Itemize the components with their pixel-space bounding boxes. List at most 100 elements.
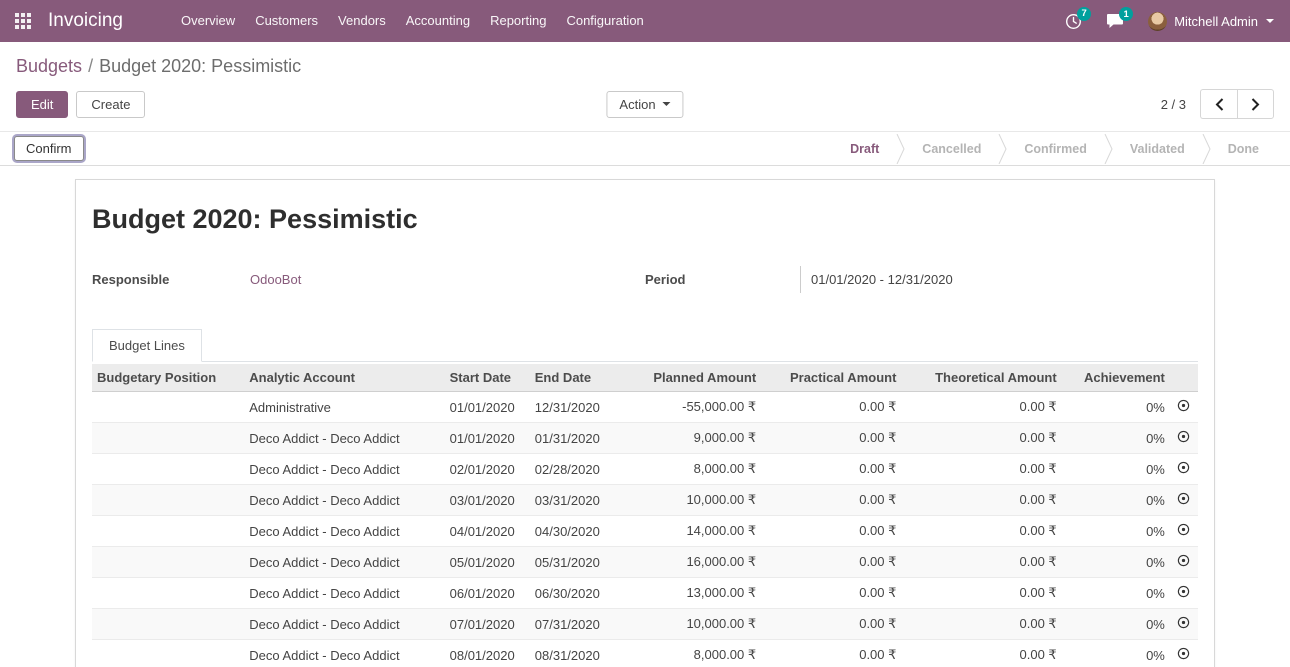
- stage-draft[interactable]: Draft: [833, 142, 896, 156]
- stage-done[interactable]: Done: [1211, 142, 1276, 156]
- budget-line-row[interactable]: Deco Addict - Deco Addict08/01/202008/31…: [92, 640, 1198, 667]
- menu-accounting[interactable]: Accounting: [396, 0, 480, 42]
- column-header-planned_amount[interactable]: Planned Amount: [615, 364, 761, 392]
- action-dropdown-button[interactable]: Action: [606, 91, 683, 118]
- column-header-analytic_account[interactable]: Analytic Account: [244, 364, 444, 392]
- activities-button[interactable]: 7: [1065, 13, 1082, 30]
- cell-end_date: 12/31/2020: [530, 392, 615, 423]
- budget-line-row[interactable]: Deco Addict - Deco Addict06/01/202006/30…: [92, 578, 1198, 609]
- cell-end_date: 01/31/2020: [530, 423, 615, 454]
- budget-line-row[interactable]: Deco Addict - Deco Addict01/01/202001/31…: [92, 423, 1198, 454]
- cell-practical_amount: 0.00 ₹: [761, 640, 901, 667]
- budget-entries-button[interactable]: [1170, 516, 1198, 547]
- bullseye-target-icon: [1177, 616, 1190, 629]
- budget-line-row[interactable]: Deco Addict - Deco Addict05/01/202005/31…: [92, 547, 1198, 578]
- table-header-row: Budgetary PositionAnalytic AccountStart …: [92, 364, 1198, 392]
- bullseye-target-icon: [1177, 523, 1190, 536]
- responsible-value-link[interactable]: OdooBot: [250, 268, 301, 287]
- cell-start_date: 04/01/2020: [445, 516, 530, 547]
- column-header-start_date[interactable]: Start Date: [445, 364, 530, 392]
- cell-theoretical_amount: 0.00 ₹: [901, 423, 1061, 454]
- user-menu[interactable]: Mitchell Admin: [1148, 12, 1274, 31]
- cell-theoretical_amount: 0.00 ₹: [901, 547, 1061, 578]
- budget-entries-button[interactable]: [1170, 640, 1198, 667]
- confirm-button[interactable]: Confirm: [14, 136, 84, 161]
- user-avatar: [1148, 12, 1167, 31]
- column-header-practical_amount[interactable]: Practical Amount: [761, 364, 901, 392]
- chevron-down-icon: [1266, 19, 1274, 23]
- cell-achievement: 0%: [1062, 547, 1170, 578]
- budget-entries-button[interactable]: [1170, 423, 1198, 454]
- systray: 7 1 Mitchell Admin: [1065, 12, 1274, 31]
- column-header-end_date[interactable]: End Date: [530, 364, 615, 392]
- cell-budgetary_position: [92, 423, 244, 454]
- bullseye-target-icon: [1177, 399, 1190, 412]
- column-header-theoretical_amount[interactable]: Theoretical Amount: [901, 364, 1061, 392]
- cell-start_date: 01/01/2020: [445, 392, 530, 423]
- stage-arrow-icon: [1202, 134, 1211, 164]
- breadcrumb-budgets-link[interactable]: Budgets: [16, 56, 82, 76]
- stage-cancelled[interactable]: Cancelled: [905, 142, 998, 156]
- cell-budgetary_position: [92, 392, 244, 423]
- budget-line-row[interactable]: Deco Addict - Deco Addict02/01/202002/28…: [92, 454, 1198, 485]
- breadcrumb-separator: /: [88, 56, 93, 76]
- breadcrumb: Budgets / Budget 2020: Pessimistic: [0, 42, 1290, 81]
- budget-line-row[interactable]: Deco Addict - Deco Addict04/01/202004/30…: [92, 516, 1198, 547]
- budget-line-row[interactable]: Deco Addict - Deco Addict07/01/202007/31…: [92, 609, 1198, 640]
- stage-validated[interactable]: Validated: [1113, 142, 1202, 156]
- budget-entries-button[interactable]: [1170, 547, 1198, 578]
- edit-button[interactable]: Edit: [16, 91, 68, 118]
- column-header-achievement[interactable]: Achievement: [1062, 364, 1170, 392]
- cell-planned_amount: 8,000.00 ₹: [615, 454, 761, 485]
- bullseye-target-icon: [1177, 430, 1190, 443]
- menu-customers[interactable]: Customers: [245, 0, 328, 42]
- stage-arrow-icon: [1104, 134, 1113, 164]
- budget-entries-button[interactable]: [1170, 609, 1198, 640]
- budget-entries-button[interactable]: [1170, 454, 1198, 485]
- cell-practical_amount: 0.00 ₹: [761, 578, 901, 609]
- menu-vendors[interactable]: Vendors: [328, 0, 396, 42]
- cell-planned_amount: -55,000.00 ₹: [615, 392, 761, 423]
- menu-reporting[interactable]: Reporting: [480, 0, 556, 42]
- period-label: Period: [645, 268, 800, 287]
- action-label: Action: [619, 97, 655, 112]
- cell-end_date: 03/31/2020: [530, 485, 615, 516]
- breadcrumb-current: Budget 2020: Pessimistic: [99, 56, 301, 76]
- cell-practical_amount: 0.00 ₹: [761, 547, 901, 578]
- cell-achievement: 0%: [1062, 609, 1170, 640]
- budget-entries-button[interactable]: [1170, 578, 1198, 609]
- column-header-budgetary_position[interactable]: Budgetary Position: [92, 364, 244, 392]
- cell-practical_amount: 0.00 ₹: [761, 454, 901, 485]
- cell-budgetary_position: [92, 640, 244, 667]
- cell-practical_amount: 0.00 ₹: [761, 485, 901, 516]
- cell-start_date: 01/01/2020: [445, 423, 530, 454]
- pager-next-button[interactable]: [1237, 89, 1274, 119]
- pager-previous-button[interactable]: [1200, 89, 1237, 119]
- cell-start_date: 08/01/2020: [445, 640, 530, 667]
- app-name[interactable]: Invoicing: [48, 10, 123, 32]
- stage-arrow-icon: [896, 134, 905, 164]
- create-button[interactable]: Create: [76, 91, 145, 118]
- apps-menu-button[interactable]: [10, 0, 36, 42]
- budget-entries-button[interactable]: [1170, 392, 1198, 423]
- tab-budget-lines[interactable]: Budget Lines: [92, 329, 202, 362]
- cell-analytic_account: Deco Addict - Deco Addict: [244, 578, 444, 609]
- menu-configuration[interactable]: Configuration: [556, 0, 653, 42]
- cell-budgetary_position: [92, 609, 244, 640]
- menu-overview[interactable]: Overview: [171, 0, 245, 42]
- pager-value[interactable]: 2 / 3: [1161, 97, 1186, 112]
- responsible-label: Responsible: [92, 268, 250, 287]
- cell-analytic_account: Deco Addict - Deco Addict: [244, 454, 444, 485]
- bullseye-target-icon: [1177, 585, 1190, 598]
- field-group: Responsible OdooBot Period 01/01/2020 - …: [92, 268, 1198, 293]
- cell-practical_amount: 0.00 ₹: [761, 392, 901, 423]
- budget-line-row[interactable]: Administrative01/01/202012/31/2020-55,00…: [92, 392, 1198, 423]
- messages-button[interactable]: 1: [1106, 13, 1124, 29]
- budget-entries-button[interactable]: [1170, 485, 1198, 516]
- cell-achievement: 0%: [1062, 578, 1170, 609]
- cell-achievement: 0%: [1062, 392, 1170, 423]
- stage-confirmed[interactable]: Confirmed: [1007, 142, 1104, 156]
- budget-line-row[interactable]: Deco Addict - Deco Addict03/01/202003/31…: [92, 485, 1198, 516]
- cell-achievement: 0%: [1062, 423, 1170, 454]
- activity-count-badge: 7: [1077, 7, 1091, 21]
